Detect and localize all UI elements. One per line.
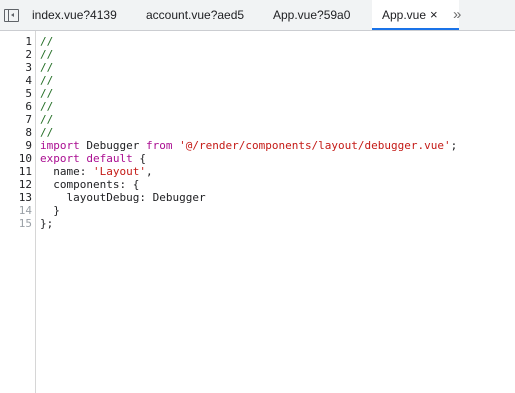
file-tab-bar: index.vue?4139 account.vue?aed5 App.vue?… [0,0,515,31]
code-line: 7 // [0,113,515,126]
line-number[interactable]: 6 [0,100,32,113]
code-line: 13 layoutDebug: Debugger [0,191,515,204]
line-number[interactable]: 4 [0,74,32,87]
code-token: ; [450,139,458,152]
code-line: 1 // [0,35,515,48]
tab-app-vue-active[interactable]: App.vue [372,0,459,30]
code-token: // [40,74,54,87]
code-token: }; [40,217,54,230]
code-token: // [40,35,54,48]
code-text: // [40,48,53,61]
code-line: 15}; [0,217,515,230]
more-tabs-icon[interactable]: » [453,0,461,30]
code-line: 8 // [0,126,515,139]
code-text: // [40,74,53,87]
line-number[interactable]: 9 [0,139,32,152]
line-number[interactable]: 12 [0,178,32,191]
code-line: 11 name: 'Layout', [0,165,515,178]
code-text: export default { [40,152,146,165]
code-text: } [40,204,60,217]
code-token: '@/render/components/layout/debugger.vue… [179,139,451,152]
code-text: // [40,113,53,126]
code-text: layoutDebug: Debugger [40,191,206,204]
line-number[interactable]: 2 [0,48,32,61]
code-line: 5 // [0,87,515,100]
code-text: // [40,35,53,48]
line-number[interactable]: 14 [0,204,32,217]
code-line: 3 // [0,61,515,74]
code-line: 6 // [0,100,515,113]
code-line: 10 export default { [0,152,515,165]
code-text: import Debugger from '@/render/component… [40,139,457,152]
code-line: 2 // [0,48,515,61]
code-token: export [40,152,80,165]
code-token: from [145,139,173,152]
code-editor[interactable]: 1 // 2 // 3 // 4 // 5 // 6 // 7 // 8 // 9 import Debugger… [0,31,515,393]
code-token: layoutDebug: Debugger [40,191,206,204]
code-line: 9 import Debugger from '@/render/componen… [0,139,515,152]
line-number[interactable]: 8 [0,126,32,139]
code-line: 12 components: { [0,178,515,191]
code-token: { [132,152,146,165]
code-text: // [40,87,53,100]
code-line: 14 } [0,204,515,217]
tab-app-vue-59a0[interactable]: App.vue?59a0 [273,0,350,30]
code-token: 'Layout' [92,165,146,178]
code-token: // [40,61,54,74]
code-token: // [40,48,54,61]
code-token: Debugger [79,139,146,152]
tab-account-vue-aed5[interactable]: account.vue?aed5 [146,0,244,30]
code-text: // [40,100,53,113]
code-text: components: { [40,178,139,191]
code-token: default [86,152,133,165]
line-number[interactable]: 1 [0,35,32,48]
code-line: 4 // [0,74,515,87]
line-number[interactable]: 3 [0,61,32,74]
code-text: // [40,61,53,74]
code-token: // [40,87,54,100]
code-token: // [40,113,54,126]
code-token: } [40,204,60,217]
toggle-sidebar-icon[interactable] [4,9,19,22]
code-text: name: 'Layout', [40,165,153,178]
code-token: import [40,139,80,152]
code-token: // [40,126,54,139]
code-text: }; [40,217,53,230]
code-token: , [145,165,153,178]
line-number[interactable]: 15 [0,217,32,230]
close-tab-icon[interactable]: × [430,0,438,30]
line-number[interactable]: 10 [0,152,32,165]
code-token: components: { [40,178,140,191]
code-token: name: [40,165,93,178]
code-token: // [40,100,54,113]
code-text: // [40,126,53,139]
line-number[interactable]: 5 [0,87,32,100]
line-number[interactable]: 7 [0,113,32,126]
line-number[interactable]: 13 [0,191,32,204]
tab-index-vue-4139[interactable]: index.vue?4139 [32,0,117,30]
source-viewer-window: index.vue?4139 account.vue?aed5 App.vue?… [0,0,515,393]
line-number[interactable]: 11 [0,165,32,178]
